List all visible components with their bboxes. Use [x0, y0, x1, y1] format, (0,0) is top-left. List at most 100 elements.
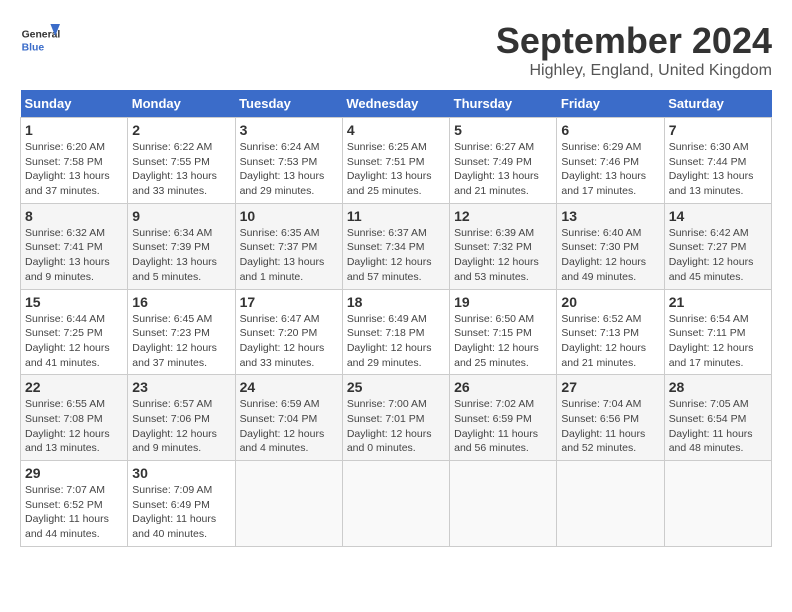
calendar-day-cell: 21 Sunrise: 6:54 AM Sunset: 7:11 PM Dayli…	[664, 289, 771, 375]
day-number: 14	[669, 208, 767, 224]
day-info: Sunrise: 6:32 AM Sunset: 7:41 PM Dayligh…	[25, 226, 123, 285]
calendar-table: SundayMondayTuesdayWednesdayThursdayFrid…	[20, 90, 772, 547]
calendar-day-cell: 27 Sunrise: 7:04 AM Sunset: 6:56 PM Dayli…	[557, 375, 664, 461]
day-info: Sunrise: 6:45 AM Sunset: 7:23 PM Dayligh…	[132, 312, 230, 371]
column-header-sunday: Sunday	[21, 90, 128, 118]
day-info: Sunrise: 6:34 AM Sunset: 7:39 PM Dayligh…	[132, 226, 230, 285]
day-info: Sunrise: 6:49 AM Sunset: 7:18 PM Dayligh…	[347, 312, 445, 371]
day-info: Sunrise: 6:54 AM Sunset: 7:11 PM Dayligh…	[669, 312, 767, 371]
day-info: Sunrise: 6:35 AM Sunset: 7:37 PM Dayligh…	[240, 226, 338, 285]
logo: General Blue	[20, 20, 60, 60]
day-info: Sunrise: 6:20 AM Sunset: 7:58 PM Dayligh…	[25, 140, 123, 199]
calendar-day-cell: 26 Sunrise: 7:02 AM Sunset: 6:59 PM Dayli…	[450, 375, 557, 461]
column-header-wednesday: Wednesday	[342, 90, 449, 118]
calendar-week-row: 8 Sunrise: 6:32 AM Sunset: 7:41 PM Daylig…	[21, 203, 772, 289]
calendar-day-cell: 25Sunrise: 7:00 AM Sunset: 7:01 PM Dayli…	[342, 375, 449, 461]
day-number: 4	[347, 122, 445, 138]
calendar-day-cell: 19 Sunrise: 6:50 AM Sunset: 7:15 PM Dayli…	[450, 289, 557, 375]
day-number: 15	[25, 294, 123, 310]
day-info: Sunrise: 6:24 AM Sunset: 7:53 PM Dayligh…	[240, 140, 338, 199]
column-header-monday: Monday	[128, 90, 235, 118]
calendar-day-cell: 15 Sunrise: 6:44 AM Sunset: 7:25 PM Dayli…	[21, 289, 128, 375]
day-number: 22	[25, 379, 123, 395]
day-info: Sunrise: 7:05 AM Sunset: 6:54 PM Dayligh…	[669, 397, 767, 456]
calendar-day-cell: 4Sunrise: 6:25 AM Sunset: 7:51 PM Daylig…	[342, 118, 449, 204]
calendar-day-cell: 13 Sunrise: 6:40 AM Sunset: 7:30 PM Dayli…	[557, 203, 664, 289]
calendar-day-cell: 20Sunrise: 6:52 AM Sunset: 7:13 PM Dayli…	[557, 289, 664, 375]
day-number: 8	[25, 208, 123, 224]
day-info: Sunrise: 6:59 AM Sunset: 7:04 PM Dayligh…	[240, 397, 338, 456]
day-info: Sunrise: 6:44 AM Sunset: 7:25 PM Dayligh…	[25, 312, 123, 371]
calendar-day-cell: 8 Sunrise: 6:32 AM Sunset: 7:41 PM Daylig…	[21, 203, 128, 289]
location: Highley, England, United Kingdom	[496, 62, 772, 80]
day-number: 7	[669, 122, 767, 138]
column-header-friday: Friday	[557, 90, 664, 118]
column-header-thursday: Thursday	[450, 90, 557, 118]
day-info: Sunrise: 6:50 AM Sunset: 7:15 PM Dayligh…	[454, 312, 552, 371]
day-number: 16	[132, 294, 230, 310]
calendar-day-cell: 22Sunrise: 6:55 AM Sunset: 7:08 PM Dayli…	[21, 375, 128, 461]
day-number: 19	[454, 294, 552, 310]
calendar-day-cell: 5 Sunrise: 6:27 AM Sunset: 7:49 PM Daylig…	[450, 118, 557, 204]
empty-cell	[664, 461, 771, 547]
calendar-week-row: 15 Sunrise: 6:44 AM Sunset: 7:25 PM Dayli…	[21, 289, 772, 375]
column-header-tuesday: Tuesday	[235, 90, 342, 118]
day-number: 13	[561, 208, 659, 224]
day-number: 28	[669, 379, 767, 395]
calendar-day-cell: 24 Sunrise: 6:59 AM Sunset: 7:04 PM Dayli…	[235, 375, 342, 461]
calendar-day-cell: 3 Sunrise: 6:24 AM Sunset: 7:53 PM Daylig…	[235, 118, 342, 204]
day-info: Sunrise: 6:57 AM Sunset: 7:06 PM Dayligh…	[132, 397, 230, 456]
calendar-week-row: 22Sunrise: 6:55 AM Sunset: 7:08 PM Dayli…	[21, 375, 772, 461]
day-info: Sunrise: 6:27 AM Sunset: 7:49 PM Dayligh…	[454, 140, 552, 199]
day-number: 21	[669, 294, 767, 310]
day-number: 12	[454, 208, 552, 224]
day-number: 27	[561, 379, 659, 395]
day-number: 11	[347, 208, 445, 224]
calendar-day-cell: 1 Sunrise: 6:20 AM Sunset: 7:58 PM Daylig…	[21, 118, 128, 204]
calendar-week-row: 29Sunrise: 7:07 AM Sunset: 6:52 PM Dayli…	[21, 461, 772, 547]
calendar-day-cell: 10Sunrise: 6:35 AM Sunset: 7:37 PM Dayli…	[235, 203, 342, 289]
empty-cell	[235, 461, 342, 547]
general-blue-logo-icon: General Blue	[20, 20, 60, 60]
day-number: 24	[240, 379, 338, 395]
day-number: 5	[454, 122, 552, 138]
day-number: 18	[347, 294, 445, 310]
day-info: Sunrise: 6:30 AM Sunset: 7:44 PM Dayligh…	[669, 140, 767, 199]
calendar-day-cell: 9Sunrise: 6:34 AM Sunset: 7:39 PM Daylig…	[128, 203, 235, 289]
calendar-day-cell: 7 Sunrise: 6:30 AM Sunset: 7:44 PM Daylig…	[664, 118, 771, 204]
day-info: Sunrise: 6:52 AM Sunset: 7:13 PM Dayligh…	[561, 312, 659, 371]
day-number: 25	[347, 379, 445, 395]
day-info: Sunrise: 6:39 AM Sunset: 7:32 PM Dayligh…	[454, 226, 552, 285]
column-header-saturday: Saturday	[664, 90, 771, 118]
calendar-day-cell: 12 Sunrise: 6:39 AM Sunset: 7:32 PM Dayli…	[450, 203, 557, 289]
day-info: Sunrise: 7:09 AM Sunset: 6:49 PM Dayligh…	[132, 483, 230, 542]
day-info: Sunrise: 7:02 AM Sunset: 6:59 PM Dayligh…	[454, 397, 552, 456]
calendar-day-cell: 30 Sunrise: 7:09 AM Sunset: 6:49 PM Dayli…	[128, 461, 235, 547]
day-number: 1	[25, 122, 123, 138]
day-number: 23	[132, 379, 230, 395]
calendar-day-cell: 11 Sunrise: 6:37 AM Sunset: 7:34 PM Dayli…	[342, 203, 449, 289]
calendar-day-cell: 28 Sunrise: 7:05 AM Sunset: 6:54 PM Dayli…	[664, 375, 771, 461]
day-info: Sunrise: 6:29 AM Sunset: 7:46 PM Dayligh…	[561, 140, 659, 199]
page-header: General Blue September 2024 Highley, Eng…	[20, 20, 772, 80]
empty-cell	[557, 461, 664, 547]
day-number: 30	[132, 465, 230, 481]
day-number: 3	[240, 122, 338, 138]
day-number: 26	[454, 379, 552, 395]
svg-text:Blue: Blue	[22, 42, 45, 53]
title-block: September 2024 Highley, England, United …	[496, 20, 772, 80]
calendar-day-cell: 2Sunrise: 6:22 AM Sunset: 7:55 PM Daylig…	[128, 118, 235, 204]
day-info: Sunrise: 6:47 AM Sunset: 7:20 PM Dayligh…	[240, 312, 338, 371]
calendar-day-cell: 14Sunrise: 6:42 AM Sunset: 7:27 PM Dayli…	[664, 203, 771, 289]
day-info: Sunrise: 6:37 AM Sunset: 7:34 PM Dayligh…	[347, 226, 445, 285]
day-info: Sunrise: 7:04 AM Sunset: 6:56 PM Dayligh…	[561, 397, 659, 456]
calendar-week-row: 1 Sunrise: 6:20 AM Sunset: 7:58 PM Daylig…	[21, 118, 772, 204]
empty-cell	[342, 461, 449, 547]
calendar-day-cell: 29Sunrise: 7:07 AM Sunset: 6:52 PM Dayli…	[21, 461, 128, 547]
calendar-header-row: SundayMondayTuesdayWednesdayThursdayFrid…	[21, 90, 772, 118]
day-info: Sunrise: 6:22 AM Sunset: 7:55 PM Dayligh…	[132, 140, 230, 199]
month-title: September 2024	[496, 20, 772, 62]
day-info: Sunrise: 6:40 AM Sunset: 7:30 PM Dayligh…	[561, 226, 659, 285]
day-info: Sunrise: 7:07 AM Sunset: 6:52 PM Dayligh…	[25, 483, 123, 542]
day-number: 6	[561, 122, 659, 138]
